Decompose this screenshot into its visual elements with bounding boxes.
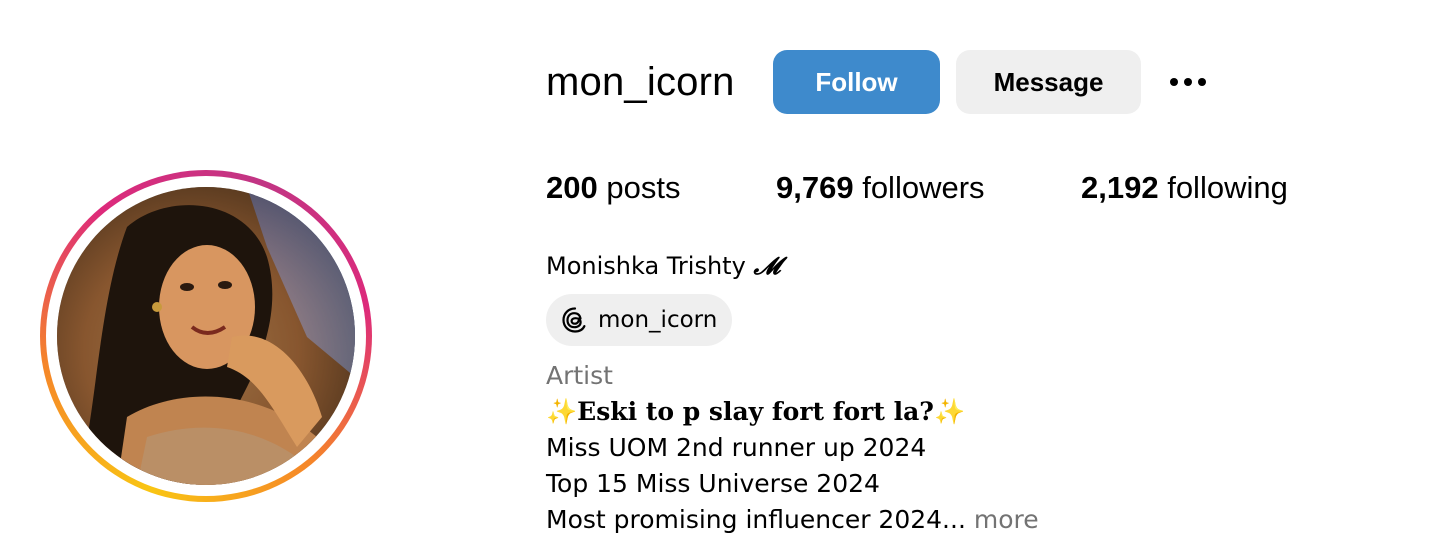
- profile-full-name: Monishka Trishty 𝓜: [546, 250, 780, 282]
- threads-handle: mon_icorn: [598, 307, 718, 333]
- profile-avatar-story-ring[interactable]: [40, 170, 372, 502]
- avatar-photo-image: [57, 187, 355, 485]
- more-horizontal-icon-dot: [1198, 78, 1206, 86]
- more-horizontal-icon: [1170, 78, 1178, 86]
- sparkles-icon: ✨: [546, 397, 578, 426]
- followers-label: followers: [862, 170, 985, 205]
- bio-line: Miss UOM 2nd runner up 2024: [546, 433, 927, 462]
- follow-button[interactable]: Follow: [773, 50, 940, 114]
- followers-link[interactable]: 9,769 followers: [776, 168, 985, 208]
- message-button[interactable]: Message: [956, 50, 1141, 114]
- followers-number: 9,769: [776, 170, 854, 205]
- bio-more-link[interactable]: more: [974, 505, 1039, 534]
- posts-label: posts: [606, 170, 681, 205]
- profile-username: mon_icorn: [546, 60, 735, 104]
- threads-link[interactable]: mon_icorn: [546, 294, 732, 346]
- bio-line-text: Most promising influencer 2024...: [546, 505, 966, 534]
- bio-tagline-text: Eski to p slay fort fort la?: [577, 397, 934, 426]
- following-label: following: [1167, 170, 1288, 205]
- posts-number: 200: [546, 170, 598, 205]
- bio-line: Top 15 Miss Universe 2024: [546, 469, 880, 498]
- bio-line-truncated: Most promising influencer 2024... more: [546, 503, 1039, 537]
- posts-count: 200 posts: [546, 168, 680, 208]
- threads-icon: [560, 305, 590, 335]
- sparkles-icon: ✨: [933, 397, 966, 426]
- bio-tagline: ✨Eski to p slay fort fort la?✨: [546, 395, 965, 429]
- following-link[interactable]: 2,192 following: [1081, 168, 1288, 208]
- profile-category: Artist: [546, 361, 613, 390]
- more-horizontal-icon-dot: [1184, 78, 1192, 86]
- full-name-text: Monishka Trishty: [546, 252, 746, 280]
- more-options-button[interactable]: [1160, 66, 1216, 98]
- avatar-ring-gap: [46, 176, 366, 496]
- avatar[interactable]: [57, 187, 355, 485]
- following-number: 2,192: [1081, 170, 1159, 205]
- full-name-glyph: 𝓜: [753, 251, 781, 280]
